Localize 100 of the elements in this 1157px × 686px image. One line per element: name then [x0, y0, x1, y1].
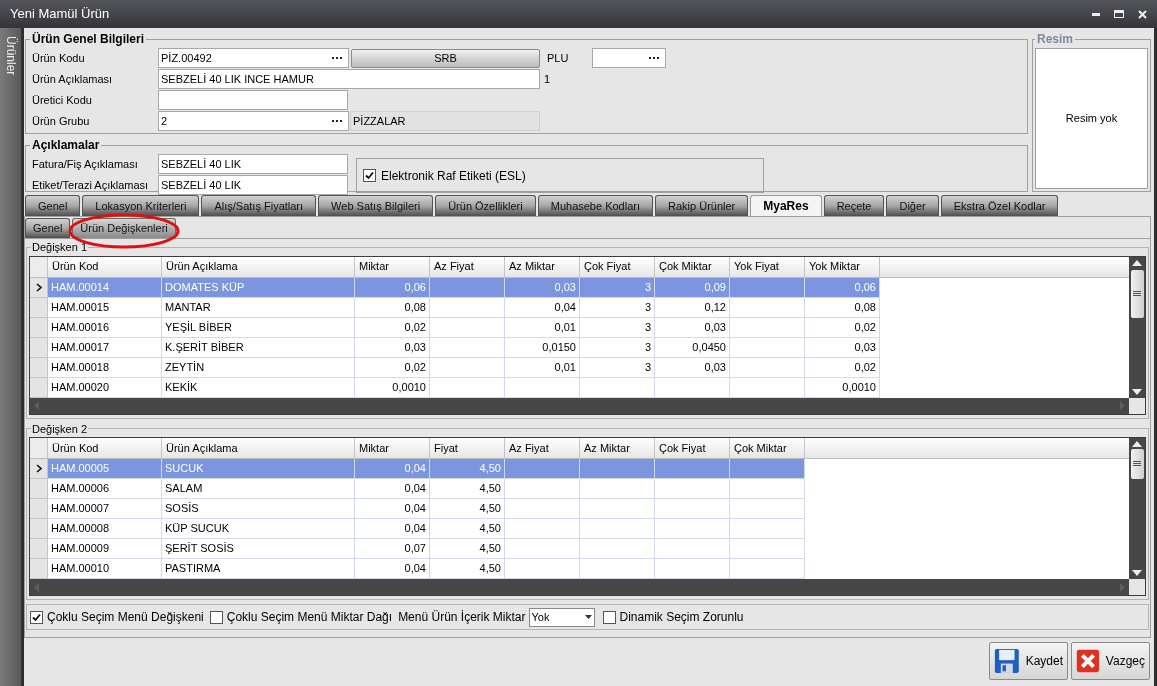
table-cell: 4,50 — [430, 459, 505, 479]
chevron-icon — [35, 464, 42, 473]
scroll-thumb[interactable] — [1130, 269, 1144, 318]
tab[interactable]: Lokasyon Kriterleri — [82, 195, 200, 216]
dropdown[interactable]: Yok — [528, 607, 595, 627]
field-label: Etiket/Terazi Açıklaması — [32, 177, 150, 193]
column-header[interactable]: Az Miktar — [505, 256, 580, 277]
tab[interactable]: Genel — [25, 218, 71, 238]
vertical-scrollbar[interactable] — [1129, 438, 1145, 579]
grid-row[interactable]: HAM.00008 KÜP SUCUK 0,04 4,50 — [30, 519, 1129, 539]
table-cell: 0,04 — [355, 519, 430, 539]
column-header[interactable]: Çok Miktar — [730, 438, 805, 458]
grid-row[interactable]: HAM.00016 YEŞİL BİBER 0,02 0,01 3 0,03 0,02 — [30, 317, 1129, 338]
column-header[interactable]: Yok Miktar — [805, 256, 880, 277]
scroll-down-icon[interactable] — [1132, 570, 1142, 576]
table-cell: 3 — [580, 317, 655, 338]
close-icon[interactable] — [1138, 9, 1147, 19]
invoice-description-field[interactable]: SEBZELİ 40 LIK — [158, 154, 348, 174]
checkbox-label: Çoklu Seçim Menü Miktar Dağı — [226, 609, 393, 626]
column-header[interactable]: Çok Fiyat — [655, 438, 730, 458]
checkbox[interactable] — [30, 610, 43, 624]
tab[interactable]: Ekstra Özel Kodlar — [940, 195, 1059, 216]
group-title: Resim — [1036, 31, 1075, 48]
grid-row[interactable]: HAM.00018 ZEYTİN 0,02 0,01 3 0,03 0,02 — [30, 357, 1129, 378]
table-cell: HAM.00007 — [48, 499, 162, 519]
table-cell: 0,03 — [505, 277, 580, 298]
grid-row[interactable]: HAM.00010 PASTIRMA 0,04 4,50 — [30, 559, 1129, 579]
checkbox[interactable] — [602, 610, 616, 624]
table-cell: 3 — [580, 357, 655, 378]
tab[interactable]: Genel — [25, 195, 81, 216]
side-tab[interactable]: Ürünler — [1, 36, 20, 76]
column-header[interactable]: Yok Fiyat — [730, 256, 805, 277]
tab[interactable]: Web Satış Bilgileri — [318, 195, 434, 216]
checkbox[interactable] — [363, 169, 376, 182]
group-title: Açıklamalar — [31, 137, 101, 154]
column-header[interactable]: Miktar — [355, 256, 430, 277]
column-header[interactable]: Ürün Kod — [48, 438, 162, 458]
table-cell: 0,02 — [355, 357, 430, 378]
tab[interactable]: Alış/Satış Fiyatları — [201, 195, 317, 216]
column-header[interactable]: Ürün Açıklama — [162, 256, 355, 277]
table-cell: 4,50 — [430, 479, 505, 499]
table-cell: ŞERİT SOSİS — [162, 539, 355, 559]
column-header[interactable]: Az Miktar — [580, 438, 655, 458]
product-code-field[interactable]: PİZ.00492 — [158, 48, 349, 68]
grid-row[interactable]: HAM.00017 K.ŞERİT BİBER 0,03 0,0150 3 0,0450 0,03 — [30, 337, 1129, 358]
table-cell: HAM.00018 — [48, 357, 162, 378]
field-label: PLU — [547, 50, 570, 66]
save-button[interactable]: Kaydet — [989, 642, 1068, 680]
table-cell: YEŞİL BİBER — [162, 317, 355, 338]
tab[interactable]: Ürün Değişkenleri — [72, 218, 176, 238]
dots-icon — [332, 56, 343, 60]
tab[interactable]: Diğer — [886, 195, 939, 216]
table-cell: SUCUK — [162, 459, 355, 479]
scroll-up-icon[interactable] — [1132, 259, 1142, 266]
table-cell: KEKİK — [162, 377, 355, 398]
tab[interactable]: Muhasebe Kodları — [537, 195, 653, 216]
table-cell: HAM.00009 — [48, 539, 162, 559]
table-cell: 0,08 — [805, 297, 880, 318]
scroll-thumb[interactable] — [1130, 449, 1144, 479]
column-header[interactable]: Ürün Açıklama — [162, 438, 355, 458]
plu-field[interactable] — [592, 48, 666, 68]
column-header[interactable]: Çok Fiyat — [580, 256, 655, 277]
label-description-field[interactable]: SEBZELİ 40 LIK — [158, 175, 348, 195]
scroll-up-icon[interactable] — [1132, 441, 1142, 447]
field-label: Menü Ürün İçerik Miktar — [398, 609, 526, 626]
row-indicator[interactable] — [30, 459, 48, 479]
tab[interactable]: Rakip Ürünler — [655, 195, 749, 216]
column-header[interactable]: Fiyat — [430, 438, 505, 458]
producer-code-field[interactable] — [158, 90, 348, 110]
grid-row[interactable]: HAM.00007 SOSİS 0,04 4,50 — [30, 499, 1129, 519]
code-button[interactable]: SRB — [351, 48, 540, 68]
description-field[interactable]: SEBZELİ 40 LIK INCE HAMUR — [158, 69, 540, 89]
grid-row[interactable]: HAM.00009 ŞERİT SOSİS 0,07 4,50 — [30, 539, 1129, 559]
tab[interactable]: Ürün Özellikleri — [435, 195, 536, 216]
table-cell: 0,09 — [655, 277, 730, 298]
column-header[interactable]: Ürün Kod — [48, 256, 162, 277]
table-cell: HAM.00020 — [48, 377, 162, 398]
table-cell: 0,04 — [505, 297, 580, 318]
column-header[interactable]: Az Fiyat — [430, 256, 505, 277]
checkbox-label: Dinamik Seçim Zorunlu — [619, 609, 744, 626]
table-cell: MANTAR — [162, 297, 355, 318]
checkbox[interactable] — [209, 610, 223, 624]
column-header[interactable]: Çok Miktar — [655, 256, 730, 277]
table-cell: KÜP SUCUK — [162, 519, 355, 539]
tab[interactable]: MyaRes — [750, 195, 822, 216]
grid-row[interactable]: HAM.00015 MANTAR 0,08 0,04 3 0,12 0,08 — [30, 297, 1129, 318]
group-code-field[interactable]: 2 — [158, 111, 349, 131]
cancel-button[interactable]: Vazgeç — [1071, 642, 1150, 680]
tab[interactable]: Reçete — [823, 195, 885, 216]
column-header[interactable]: Az Fiyat — [505, 438, 580, 458]
minimize-icon[interactable] — [1092, 12, 1100, 16]
table-cell: 0,0150 — [505, 337, 580, 358]
empty-image-text: Resim yok — [1065, 111, 1118, 127]
row-indicator[interactable] — [30, 277, 48, 298]
maximize-icon[interactable] — [1114, 10, 1124, 18]
grid-row[interactable]: HAM.00020 KEKİK 0,0010 0,0010 — [30, 377, 1129, 398]
scroll-down-icon[interactable] — [1132, 388, 1142, 395]
column-header[interactable]: Miktar — [355, 438, 430, 458]
grid-row[interactable]: HAM.00006 SALAM 0,04 4,50 — [30, 479, 1129, 499]
table-cell: 0,07 — [355, 539, 430, 559]
